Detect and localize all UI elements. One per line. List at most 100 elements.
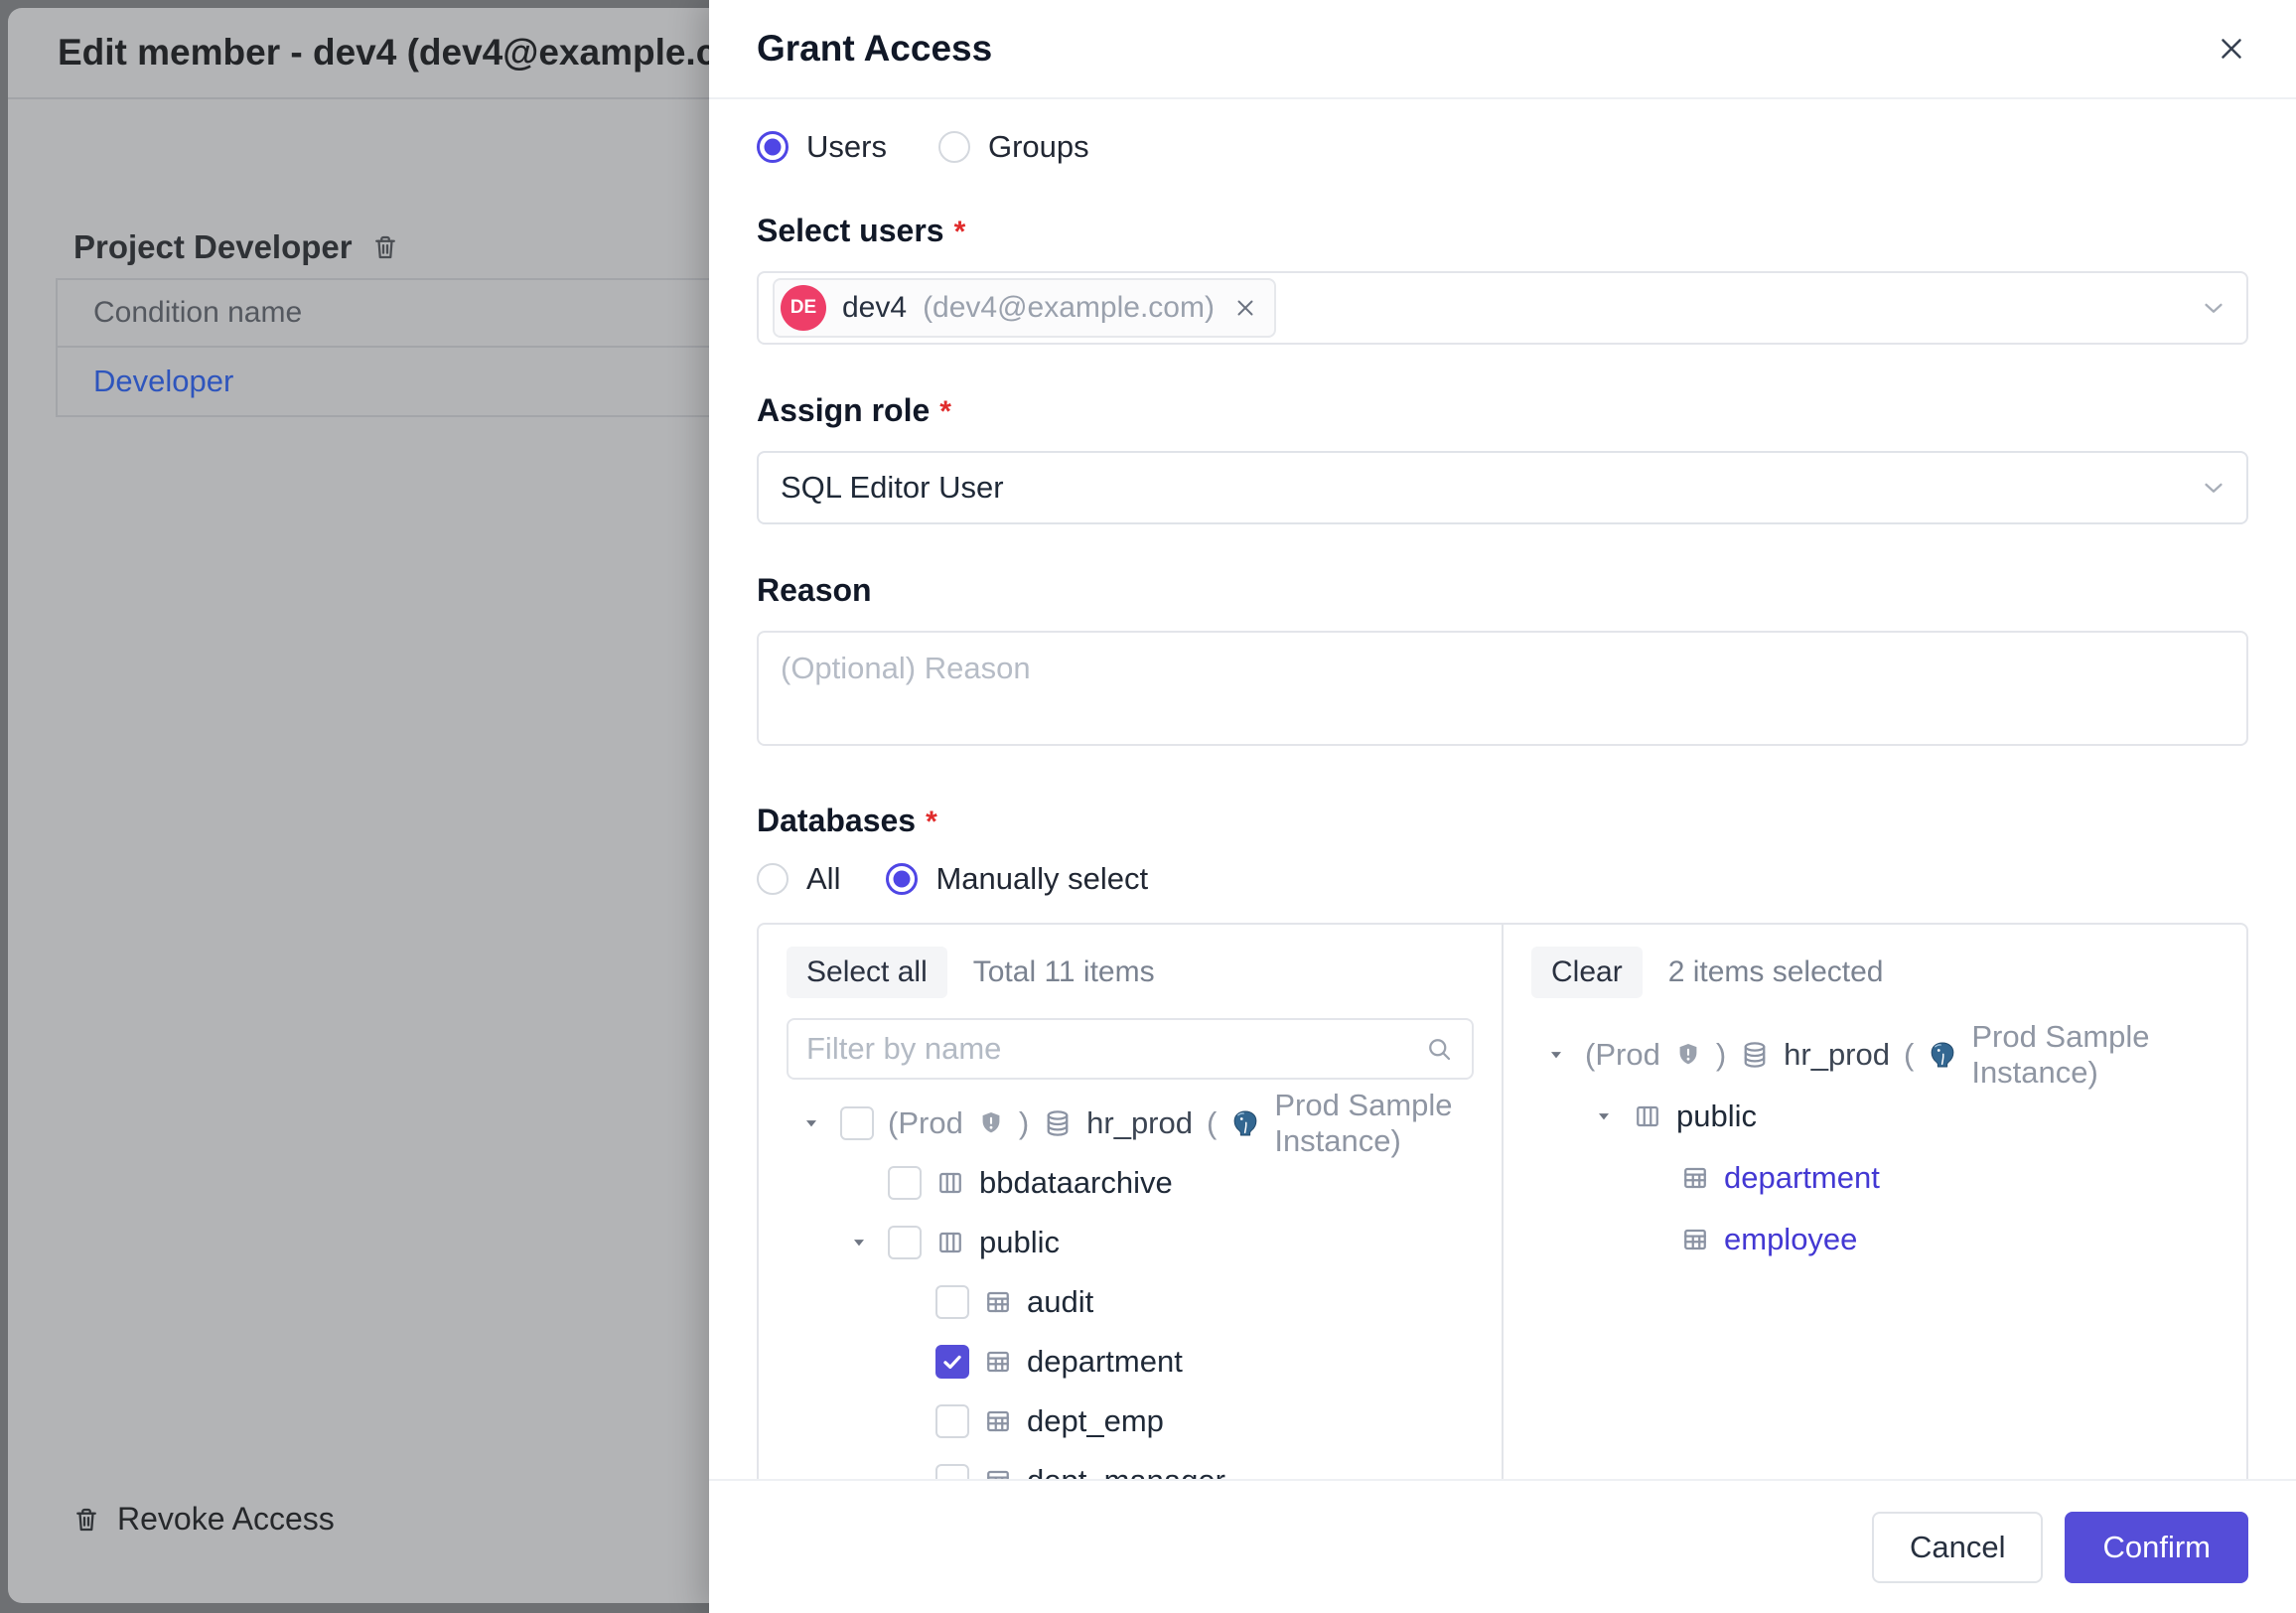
assign-role-select[interactable]: SQL Editor User [757, 451, 2248, 524]
reason-textarea[interactable] [757, 631, 2248, 746]
user-email: (dev4@example.com) [923, 291, 1215, 325]
modal-backdrop: Edit member - dev4 (dev4@example.com) Pr… [0, 0, 709, 1613]
tree-row-public[interactable]: public [787, 1213, 1474, 1272]
tree-row-audit[interactable]: audit [787, 1272, 1474, 1332]
table-name: dept_emp [1027, 1403, 1164, 1439]
shield-alert-icon [1674, 1041, 1702, 1069]
assign-role-value: SQL Editor User [781, 470, 1004, 506]
table-name: employee [1724, 1222, 1857, 1257]
target-radio-groups[interactable]: Groups [938, 129, 1089, 165]
checkbox-audit[interactable] [935, 1285, 969, 1319]
filter-input[interactable] [806, 1031, 1424, 1067]
condition-table: Condition name Developer [56, 278, 729, 417]
target-pane-header: Clear 2 items selected [1531, 947, 2219, 998]
database-name: hr_prod [1784, 1037, 1890, 1073]
caret-down-icon[interactable] [1541, 1045, 1571, 1065]
schema-icon [935, 1168, 965, 1198]
source-tree: (Prod)hr_prod(Prod Sample Instance)bbdat… [787, 1094, 1474, 1479]
database-name: hr_prod [1086, 1105, 1193, 1141]
table-icon [1680, 1225, 1710, 1254]
schema-name: bbdataarchive [979, 1165, 1173, 1201]
tree-row-dept_emp[interactable]: dept_emp [787, 1392, 1474, 1451]
confirm-button[interactable]: Confirm [2065, 1512, 2248, 1583]
screen: Edit member - dev4 (dev4@example.com) Pr… [0, 0, 2296, 1613]
clear-button[interactable]: Clear [1531, 947, 1643, 998]
checkbox-department[interactable] [935, 1345, 969, 1379]
grant-access-drawer: Grant Access UsersGroups Select users* D… [709, 0, 2296, 1613]
table-name: dept_manager [1027, 1463, 1225, 1479]
select-users-input[interactable]: DE dev4 (dev4@example.com) [757, 271, 2248, 345]
checkbox-public[interactable] [888, 1226, 922, 1259]
drawer-footer: Cancel Confirm [709, 1479, 2296, 1613]
avatar: DE [781, 285, 826, 331]
tree-row-employee[interactable]: employee [1531, 1209, 2219, 1270]
table-name: audit [1027, 1284, 1093, 1320]
source-total-count: Total 11 items [973, 955, 1155, 989]
tree-row-bbdataarchive[interactable]: bbdataarchive [787, 1153, 1474, 1213]
user-name: dev4 [842, 291, 907, 325]
radio-label: Manually select [935, 861, 1148, 897]
radio-label: All [806, 861, 840, 897]
drawer-title: Grant Access [757, 28, 992, 70]
postgres-icon [1928, 1040, 1957, 1070]
revoke-access-button[interactable]: Revoke Access [72, 1501, 335, 1538]
selected-user-tag: DE dev4 (dev4@example.com) [773, 278, 1276, 338]
radio-dot [938, 131, 970, 163]
caret-down-icon[interactable] [1589, 1106, 1619, 1126]
tree-row-hr_prod[interactable]: (Prod)hr_prod(Prod Sample Instance) [787, 1094, 1474, 1153]
database-transfer: Select all Total 11 items (Prod) hr_prod (… [757, 923, 2248, 1479]
instance-label-open: ( [1207, 1105, 1217, 1141]
table-icon [983, 1466, 1013, 1479]
schema-icon [1633, 1101, 1662, 1131]
schema-icon [935, 1228, 965, 1257]
project-developer-section: Project Developer [73, 228, 400, 266]
caret-down-icon[interactable] [844, 1233, 874, 1252]
transfer-source-pane: Select all Total 11 items (Prod)hr_prod(… [759, 925, 1502, 1479]
tree-row-public[interactable]: public [1531, 1086, 2219, 1147]
required-asterisk: * [926, 806, 937, 839]
databases-radio-manually-select[interactable]: Manually select [886, 861, 1148, 897]
instance-name: Prod Sample Instance) [1971, 1019, 2219, 1091]
tree-row-department[interactable]: department [787, 1332, 1474, 1392]
cancel-button[interactable]: Cancel [1872, 1512, 2044, 1583]
instance-name: Prod Sample Instance) [1274, 1088, 1474, 1159]
environment-label: (Prod [1585, 1037, 1660, 1073]
select-all-button[interactable]: Select all [787, 947, 947, 998]
table-row: Developer [58, 348, 729, 415]
tree-row-department[interactable]: department [1531, 1147, 2219, 1209]
close-icon[interactable] [2215, 32, 2248, 66]
schema-name: public [979, 1225, 1060, 1260]
edit-member-dialog: Edit member - dev4 (dev4@example.com) Pr… [8, 8, 729, 1603]
edit-member-title: Edit member - dev4 (dev4@example.com) [8, 8, 729, 99]
environment-label: (Prod [888, 1105, 963, 1141]
condition-link-developer[interactable]: Developer [93, 364, 233, 399]
chevron-down-icon [2199, 473, 2228, 503]
transfer-target-pane: Clear 2 items selected (Prod)hr_prod(Pro… [1502, 925, 2246, 1479]
table-name: department [1027, 1344, 1183, 1380]
tree-row-dept_manager[interactable]: dept_manager [787, 1451, 1474, 1479]
table-icon [983, 1287, 1013, 1317]
drawer-body: UsersGroups Select users* DEdev4(dev4@ex… [709, 99, 2296, 1479]
radio-dot [757, 131, 789, 163]
radio-dot [886, 863, 918, 895]
table-icon [1680, 1163, 1710, 1193]
checkbox-dept_emp[interactable] [935, 1404, 969, 1438]
environment-label-close: ) [1716, 1037, 1726, 1073]
tree-row-hr_prod[interactable]: (Prod)hr_prod(Prod Sample Instance) [1531, 1024, 2219, 1086]
database-icon [1740, 1040, 1770, 1070]
databases-label: Databases* [757, 803, 2248, 839]
checkbox-bbdataarchive[interactable] [888, 1166, 922, 1200]
chevron-down-icon [2199, 293, 2228, 323]
checkbox-dept_manager[interactable] [935, 1464, 969, 1479]
remove-tag-icon[interactable] [1232, 295, 1258, 321]
caret-down-icon[interactable] [796, 1113, 826, 1133]
target-radio-users[interactable]: Users [757, 129, 887, 165]
user-group-radio-row: Users Groups [757, 129, 2248, 165]
required-asterisk: * [954, 216, 966, 249]
checkbox-hr_prod[interactable] [840, 1106, 874, 1140]
databases-radio-all[interactable]: All [757, 861, 840, 897]
table-icon [983, 1347, 1013, 1377]
assign-role-label: Assign role* [757, 392, 2248, 429]
radio-label: Users [806, 129, 887, 165]
trash-icon[interactable] [370, 232, 400, 262]
